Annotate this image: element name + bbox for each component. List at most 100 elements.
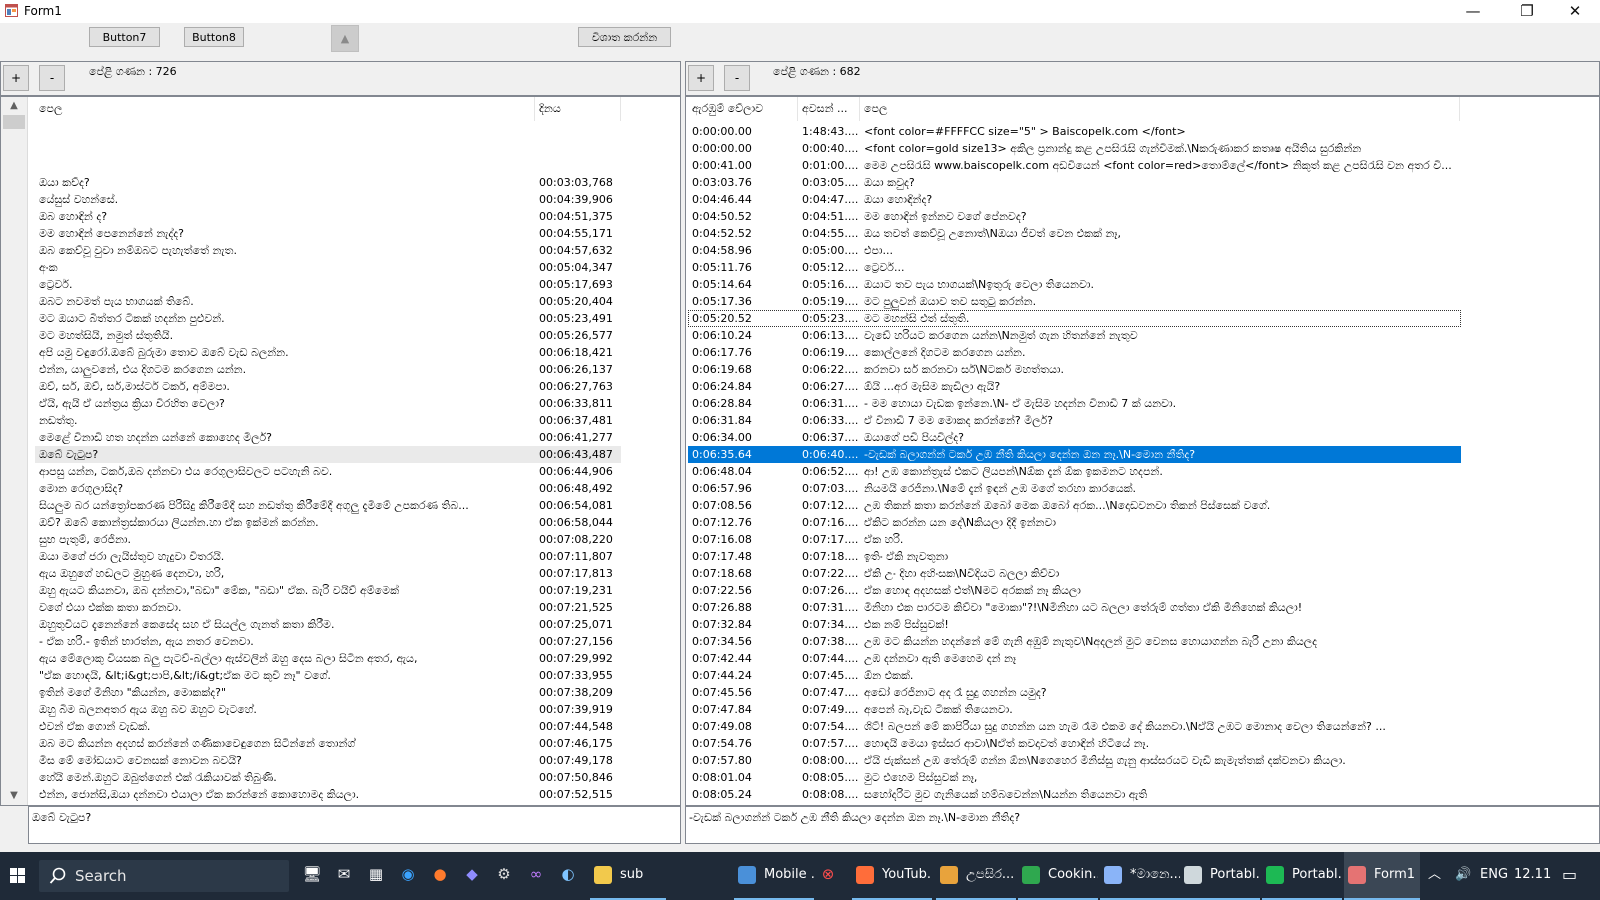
table-row[interactable]: 0:00:00.00 1:48:43.... <font color=#FFFFCC… [688, 123, 1461, 140]
table-row[interactable]: 0:07:54.76 0:07:57.... හොඳයි මෙයා ඉස්සර ආව… [688, 735, 1461, 752]
table-row[interactable]: 0:04:46.44 0:04:47.... ඔයා හොඳින්ද? [688, 191, 1461, 208]
taskbar-app-4[interactable]: Cookin... [1018, 852, 1098, 900]
table-row[interactable]: සියලුම බර යන්ත්‍රෝපකරණ පිරිසිදු කිරීමේදී… [35, 497, 621, 514]
table-row[interactable]: ඔබ මට කියන්න අදහස් කරන්නේ ගණිකාවෙඳුගෙන ස… [35, 735, 621, 752]
table-row[interactable]: "ඒක හොඳයි, &lt;i&gt;පාපි,&lt;/i&gt;ඒක මට… [35, 667, 621, 684]
mail-icon[interactable]: ✉ [332, 862, 356, 886]
right-add-button[interactable]: + [688, 65, 714, 91]
table-row[interactable]: මට ඔයාට බිත්තර ටිකක් හදන්න පුළුවන්. 00:05… [35, 310, 621, 327]
table-row[interactable]: 0:07:47.84 0:07:49.... අපෙන් බෑ,වැඩ ටිකක් … [688, 701, 1461, 718]
table-row[interactable]: මම හොඳින් පෙනෙන්නේ නැද්ද? 00:04:55,171 [35, 225, 621, 242]
table-row[interactable]: ඇය ඔහුගේ හඬලට මුහුණ දෙනවා, හරි, 00:07:17,… [35, 565, 621, 582]
table-row[interactable]: ඔයා කව්ද? 00:03:03,768 [35, 174, 621, 191]
table-row[interactable]: එවන් ඒක ගොන් වැඩක්. 00:07:44,548 [35, 718, 621, 735]
taskbar-app-7[interactable]: Portabl... [1262, 852, 1342, 900]
visual-studio-icon[interactable]: ∞ [524, 862, 548, 886]
right-col-text-header[interactable]: පෙල [860, 97, 1460, 121]
left-col-text-header[interactable]: පෙල [35, 97, 535, 121]
table-row[interactable]: අපි යමු වඳුරෝ.ඔබේ බුරුමා තොව ඔබේ වැඩ බලන… [35, 344, 621, 361]
table-row[interactable]: ඔහුතුවියට දැනෙන්නේ කෙසේද සහ ඒ සියල්ල ගැන… [35, 616, 621, 633]
table-row[interactable]: ආපසු යන්න, ටකර්,ඔබ දන්නවා එය රෙගුලාසිවලට… [35, 463, 621, 480]
calendar-icon[interactable]: ▦ [364, 862, 388, 886]
table-row[interactable]: 0:06:28.84 0:06:31.... - මම හොයා වැඩක ඉන්න… [688, 395, 1461, 412]
volume-icon[interactable]: 🔊 [1455, 852, 1471, 900]
taskbar-app-8[interactable]: Form1 [1344, 852, 1420, 900]
table-row[interactable]: 0:07:57.80 0:08:00.... ඒයි ජැක්සන් උඹ තේරු… [688, 752, 1461, 769]
scroll-down-icon[interactable]: ▼ [1, 787, 27, 804]
maximize-button[interactable]: ❐ [1504, 0, 1550, 23]
table-row[interactable]: 0:04:52.52 0:04:55.... ඔය තවත් කෙව්වූ උනොත… [688, 225, 1461, 242]
taskbar-app-1[interactable]: Mobile ... [734, 852, 814, 900]
table-row[interactable]: මොන රෙගුලාසිද? 00:06:48,492 [35, 480, 621, 497]
tray-language[interactable]: ENG [1480, 852, 1508, 900]
right-subtitle-list[interactable]: ඇරඹුම් වේලාව අවසන් ... පෙල 0:00:00.00 1:4… [685, 96, 1600, 806]
taskbar-app-5[interactable]: *මානෙ... [1100, 852, 1180, 900]
app-icon[interactable]: ◆ [460, 862, 484, 886]
table-row[interactable]: ඔබට නවමත් පැය භාගයක් තිබේ. 00:05:20,404 [35, 293, 621, 310]
table-row[interactable]: මට මහත්සියි, නමුත් ස්තුතියි. 00:05:26,577 [35, 327, 621, 344]
table-row[interactable] [35, 140, 621, 157]
table-row[interactable]: ඔබ කෙව්වූ වුවා නම්ඔබට පැහැත්තේ නැත. 00:04… [35, 242, 621, 259]
browser-icon[interactable]: ◐ [556, 862, 580, 886]
left-col-date-header[interactable]: දිනය [535, 97, 621, 121]
table-row[interactable]: 0:04:50.52 0:04:51.... මම හොඳින් ඉන්නව වගේ… [688, 208, 1461, 225]
table-row[interactable]: 0:05:17.36 0:05:19.... මට පුලුවන් ඔයාව තව … [688, 293, 1461, 310]
table-row[interactable]: 0:06:57.96 0:07:03.... නියමයි රෙජිනා.\Nමේ … [688, 480, 1461, 497]
table-row[interactable]: ඔබේ වැටුප? 00:06:43,487 [35, 446, 621, 463]
table-row[interactable]: 0:07:26.88 0:07:31.... මිනිහා එක පාරටම කිව… [688, 599, 1461, 616]
table-row[interactable]: ඔබ හොඳින් ද? 00:04:51,375 [35, 208, 621, 225]
right-remove-button[interactable]: - [724, 65, 750, 91]
scroll-thumb[interactable] [3, 115, 25, 129]
taskbar-app-3[interactable]: උපසිර... [936, 852, 1016, 900]
scroll-up-button[interactable]: ▲ [331, 25, 359, 52]
table-row[interactable]: ඔහු බිම බලනඅතර ඇය ඔහු බව ඔහුට වැටහේ. 00:0… [35, 701, 621, 718]
left-vertical-scrollbar[interactable]: ▲ ▼ [1, 97, 28, 805]
table-row[interactable]: 0:05:14.64 0:05:16.... ඔයාට තව පැය භාගයක්\… [688, 276, 1461, 293]
table-row[interactable]: 0:08:05.24 0:08:08.... සහෝදරිට මුව ගැනියෙක… [688, 786, 1461, 803]
edge-icon[interactable]: ◉ [396, 862, 420, 886]
table-row[interactable]: 0:07:42.44 0:07:44.... උඹ දන්නවා ඇති මෙහෙම… [688, 650, 1461, 667]
taskbar-app-2[interactable]: YouTub... [852, 852, 932, 900]
table-row[interactable]: 0:07:34.56 0:07:38.... උඹ මට කියන්න හදන්නේ… [688, 633, 1461, 650]
table-row[interactable]: නඩත්තු. 00:06:37,481 [35, 412, 621, 429]
table-row[interactable]: හේයි මෙන්.ඔහුට ඔබුත්ගෙන් එක් රැකියාවක් ත… [35, 769, 621, 786]
table-row[interactable]: 0:08:01.04 0:08:05.... මුට එහෙම පිස්සුවක් … [688, 769, 1461, 786]
table-row[interactable]: 0:07:49.08 0:07:54.... ශිට්! බලපන් මේ කාපි… [688, 718, 1461, 735]
table-row[interactable]: මෙළේ විනාඩි හත හදන්න යන්නේ කොහෙද මීලර්? 0… [35, 429, 621, 446]
table-row[interactable]: වගේ එයා එක්ක කතා කරනවා. 00:07:21,525 [35, 599, 621, 616]
taskbar-app-0[interactable]: sub [590, 852, 666, 900]
table-row[interactable]: 0:00:41.00 0:01:00.... මෙම උපසිරැසි www.ba… [688, 157, 1461, 174]
table-row[interactable]: 0:06:35.64 0:06:40.... -වැඩක් බලාගන්න් ටකර… [688, 446, 1461, 463]
table-row[interactable]: 0:07:16.08 0:07:17.... ඒක හරි. [688, 531, 1461, 548]
table-row[interactable]: 0:06:34.00 0:06:37.... ඔයාගේ පඩි පියවිල්ද? [688, 429, 1461, 446]
table-row[interactable]: 0:07:18.68 0:07:22.... ඒකි උං දිහා අහිංසක\… [688, 565, 1461, 582]
table-row[interactable]: මිස මේ මෝඩයාට වෙනසක් නොවන බවයි? 00:07:49,… [35, 752, 621, 769]
minimize-button[interactable]: — [1450, 0, 1496, 23]
table-row[interactable]: 0:07:22.56 0:07:26.... ඒක හොඳ අදහසක් එත්\N… [688, 582, 1461, 599]
table-row[interactable]: 0:07:12.76 0:07:16.... ඒකිට කරන්න යන දේ\Nක… [688, 514, 1461, 531]
close-button[interactable]: ✕ [1552, 0, 1598, 23]
table-row[interactable]: 0:05:20.52 0:05:23.... මට මහන්සි එත් ස්තුත… [688, 310, 1461, 327]
table-row[interactable]: 0:06:31.84 0:06:33.... ඒ විනාඩි 7 මම මොකද … [688, 412, 1461, 429]
table-row[interactable]: ඉතින් මගේ මිනිහා "කියන්න, මොකක්ද?" 00:07:… [35, 684, 621, 701]
button7[interactable]: Button7 [89, 27, 160, 47]
scroll-up-icon[interactable]: ▲ [1, 97, 27, 114]
button8[interactable]: Button8 [184, 27, 244, 47]
table-row[interactable]: - ඒක හරි.- ඉතින් භාරත්න, ඇය නතර වෙනවා. 00… [35, 633, 621, 650]
firefox-icon[interactable]: ● [428, 862, 452, 886]
table-row[interactable]: යේසුස් වහන්සේ. 00:04:39,906 [35, 191, 621, 208]
table-row[interactable]: 0:06:19.68 0:06:22.... කරනවා සර් කරනවා සර්… [688, 361, 1461, 378]
table-row[interactable]: ඔයා මගේ ජරා ලැයිස්තුව හැදුවා විතරයි. 00:0… [35, 548, 621, 565]
table-row[interactable]: එන්න, යාලුවනේ, එය දිගටම කරගෙන යන්න. 00:06… [35, 361, 621, 378]
table-row[interactable]: ඒයි, ඇයි ඒ යන්ත්‍රය ක්‍රියා විරහිත වෙලා?… [35, 395, 621, 412]
table-row[interactable]: ඇය මේලොකු වියසක බලු පැටව්-බල්ලා ඇස්වලින්… [35, 650, 621, 667]
table-row[interactable]: 0:06:10.24 0:06:13.... වැඩේ හරියට කරගෙන යන… [688, 327, 1461, 344]
expand-button[interactable]: විශාත කරන්න [578, 27, 671, 47]
tools-icon[interactable]: ⚙ [492, 862, 516, 886]
tray-chevron-icon[interactable]: ︿ [1428, 852, 1441, 900]
table-row[interactable]: 0:04:58.96 0:05:00.... එපා... [688, 242, 1461, 259]
table-row[interactable]: 0:00:00.00 0:00:40.... <font color=gold si… [688, 140, 1461, 157]
table-row[interactable]: 0:07:08.56 0:07:12.... උඹ තිකන් කතා කරන්නේ… [688, 497, 1461, 514]
table-row[interactable]: 0:06:17.76 0:06:19.... කොල්ලනේ දිගටම කරගෙන… [688, 344, 1461, 361]
table-row[interactable]: 0:07:45.56 0:07:47.... අඩෝ රෙජිනාට අද රෑ ස… [688, 684, 1461, 701]
